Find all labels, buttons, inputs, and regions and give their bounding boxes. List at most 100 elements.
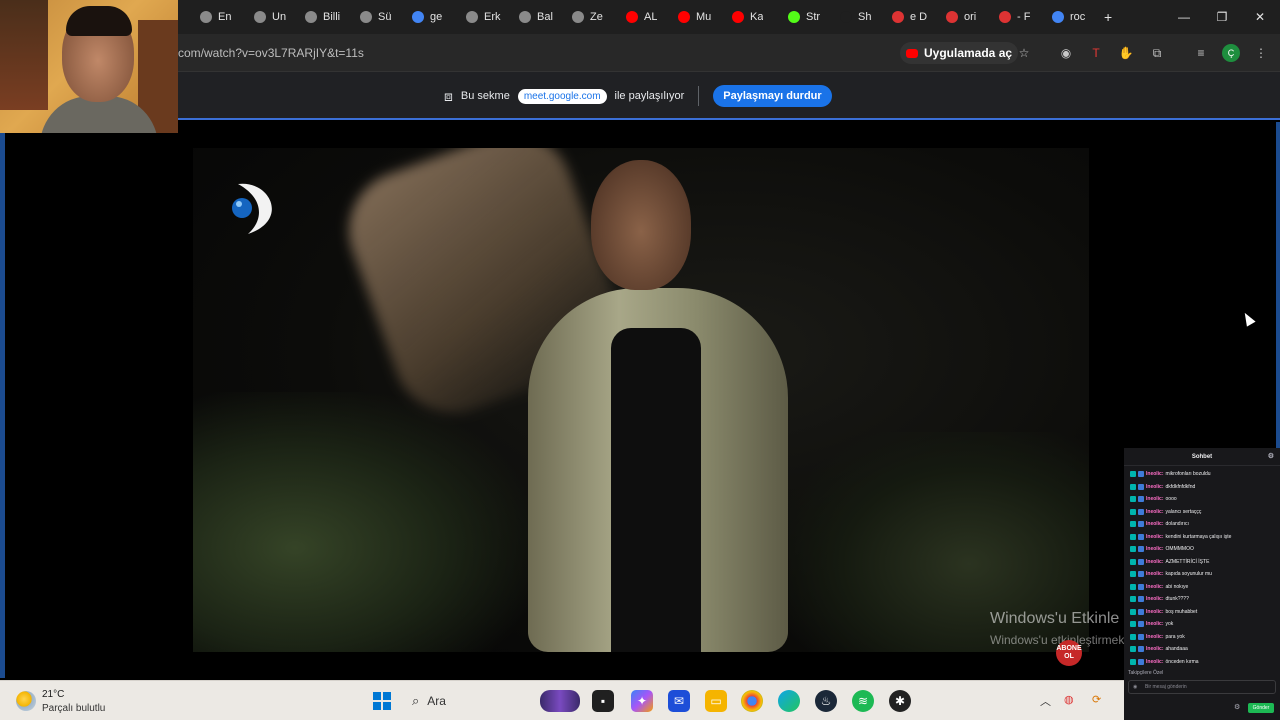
pt-icon	[305, 11, 317, 23]
close-icon[interactable]: ✕	[1250, 8, 1270, 26]
chat-message-text: dolandırıcı	[1165, 521, 1189, 528]
profile-avatar[interactable]: Ç	[1222, 44, 1240, 62]
browser-tab[interactable]: ori	[946, 6, 976, 28]
task-view-icon[interactable]: ▪	[592, 690, 614, 712]
stop-sharing-button[interactable]: Paylaşmayı durdur	[713, 85, 832, 107]
chat-users-icon[interactable]: ⚙	[1268, 448, 1274, 466]
subscriber-badge-icon	[1138, 558, 1144, 565]
media-queue-icon[interactable]: ≡	[1192, 44, 1210, 62]
chrome-icon[interactable]	[741, 690, 763, 712]
browser-tab[interactable]: Ka	[732, 6, 763, 28]
chat-settings-icon[interactable]: ⚙	[1234, 703, 1240, 711]
chat-message-text: kendini kurtarmaya çalışıı işte	[1165, 533, 1232, 540]
browser-tab[interactable]: Str	[788, 6, 820, 28]
chat-username[interactable]: Ineolic:	[1146, 609, 1164, 615]
tray-app-icon[interactable]: ◍	[1064, 693, 1074, 706]
chat-message: Ineolic: yok	[1124, 618, 1280, 631]
chat-username[interactable]: Ineolic:	[1146, 584, 1164, 590]
spotify-icon[interactable]: ≋	[852, 690, 874, 712]
chat-panel: Sohbet ⚙ Ineolic: mikrofonları bozuldu Ine…	[1124, 448, 1280, 720]
chat-username[interactable]: Ineolic:	[1146, 634, 1164, 640]
divider	[698, 86, 700, 106]
kick-icon	[788, 11, 800, 23]
emote-icon[interactable]: ◉	[1133, 681, 1137, 693]
activation-watermark-title: Windows'u Etkinle	[990, 610, 1120, 627]
browser-tab[interactable]: Sü	[360, 6, 391, 28]
extension-grammar-icon[interactable]: ◉	[1057, 44, 1075, 62]
browser-tab[interactable]: Bal	[519, 6, 553, 28]
browser-tab[interactable]: En	[200, 6, 231, 28]
tray-sync-icon[interactable]: ⟳	[1092, 693, 1101, 706]
chat-username[interactable]: Ineolic:	[1146, 484, 1164, 490]
taskbar-search[interactable]: ⌕ Ara	[402, 689, 532, 713]
subscriber-badge-icon	[1138, 533, 1144, 540]
chat-username[interactable]: Ineolic:	[1146, 621, 1164, 627]
bookmark-star-icon[interactable]: ☆	[1015, 44, 1033, 62]
chat-username[interactable]: Ineolic:	[1146, 509, 1164, 515]
url-field[interactable]: com/watch?v=ov3L7RARjIY&t=11s	[178, 46, 364, 60]
chat-message-text: para yok	[1165, 633, 1185, 640]
app-notification-icon[interactable]: ✱	[889, 690, 911, 712]
subscriber-badge-icon	[1138, 571, 1144, 578]
extension-adblock-icon[interactable]: ✋	[1117, 44, 1135, 62]
file-explorer-icon[interactable]: ▭	[705, 690, 727, 712]
chat-input[interactable]: ◉ Bir mesaj gönderin	[1128, 680, 1276, 694]
restore-icon[interactable]: ❐	[1212, 8, 1232, 26]
chat-username[interactable]: Ineolic:	[1146, 596, 1164, 602]
chat-message-text: mikrofonları bozuldu	[1165, 471, 1211, 478]
extensions-puzzle-icon[interactable]: ⧉	[1148, 44, 1166, 62]
browser-tab[interactable]: Ze	[572, 6, 603, 28]
chat-username[interactable]: Ineolic:	[1146, 571, 1164, 577]
share-domain: meet.google.com	[517, 88, 607, 104]
start-button[interactable]	[371, 690, 393, 712]
browser-tab-label: Sh	[858, 11, 872, 23]
globe-icon	[254, 11, 266, 23]
open-in-app-button[interactable]: Uygulamada aç	[900, 42, 1019, 64]
chat-username[interactable]: Ineolic:	[1146, 559, 1164, 565]
browser-tab[interactable]: Mu	[678, 6, 711, 28]
chat-username[interactable]: Ineolic:	[1146, 496, 1164, 502]
browser-tab[interactable]: Erk	[466, 6, 501, 28]
browser-tab[interactable]: Sh	[840, 6, 871, 28]
browser-tab[interactable]: e D	[892, 6, 927, 28]
browser-tab[interactable]: AL	[626, 6, 657, 28]
address-bar: com/watch?v=ov3L7RARjIY&t=11s Uygulamada…	[0, 34, 1280, 72]
chat-username[interactable]: Ineolic:	[1146, 659, 1164, 665]
steam-icon[interactable]: ♨	[815, 690, 837, 712]
moderator-badge-icon	[1130, 558, 1136, 565]
copilot-icon[interactable]: ✦	[631, 690, 653, 712]
search-highlight-icon[interactable]	[540, 690, 580, 712]
browser-tab[interactable]: Billi	[305, 6, 340, 28]
chat-message-text: dkfdkfnfdkfnd	[1165, 483, 1196, 490]
chat-username[interactable]: Ineolic:	[1146, 471, 1164, 477]
outlook-icon[interactable]: ✉	[668, 690, 690, 712]
chat-username[interactable]: Ineolic:	[1146, 534, 1164, 540]
weather-icon[interactable]	[16, 691, 36, 711]
browser-tab[interactable]: - F	[999, 6, 1030, 28]
video-frame[interactable]	[193, 148, 1089, 652]
browser-tab[interactable]: roc	[1052, 6, 1085, 28]
chat-send-button[interactable]: Gönder	[1248, 703, 1274, 713]
edge-icon[interactable]	[778, 690, 800, 712]
moderator-badge-icon	[1130, 571, 1136, 578]
minimize-icon[interactable]: —	[1174, 8, 1194, 26]
tray-overflow-icon[interactable]: ︿	[1040, 693, 1051, 709]
chat-username[interactable]: Ineolic:	[1146, 646, 1164, 652]
browser-tab[interactable]: Un	[254, 6, 286, 28]
trees-left	[193, 392, 533, 652]
moderator-badge-icon	[1130, 621, 1136, 628]
moderator-badge-icon	[1130, 658, 1136, 665]
search-placeholder: Ara	[427, 694, 446, 708]
browser-tab-strip: En Un Billi Sü ge Erk Bal Ze AL Mu Ka Str Sh e D ori - …	[0, 0, 1280, 34]
extension-translate-icon[interactable]: T	[1087, 44, 1105, 62]
subscribe-badge[interactable]: ABONE OL	[1056, 640, 1082, 666]
menu-dots-icon[interactable]: ⋮	[1252, 44, 1270, 62]
browser-tab-label: Ka	[750, 11, 764, 23]
browser-tab[interactable]: ge	[412, 6, 442, 28]
share-screen-icon: ⧈	[444, 87, 453, 104]
new-tab-button[interactable]: +	[1104, 6, 1112, 28]
chat-username[interactable]: Ineolic:	[1146, 546, 1164, 552]
chat-username[interactable]: Ineolic:	[1146, 521, 1164, 527]
share-suffix: ile paylaşılıyor	[614, 90, 685, 102]
browser-tab-label: AL	[644, 11, 658, 23]
